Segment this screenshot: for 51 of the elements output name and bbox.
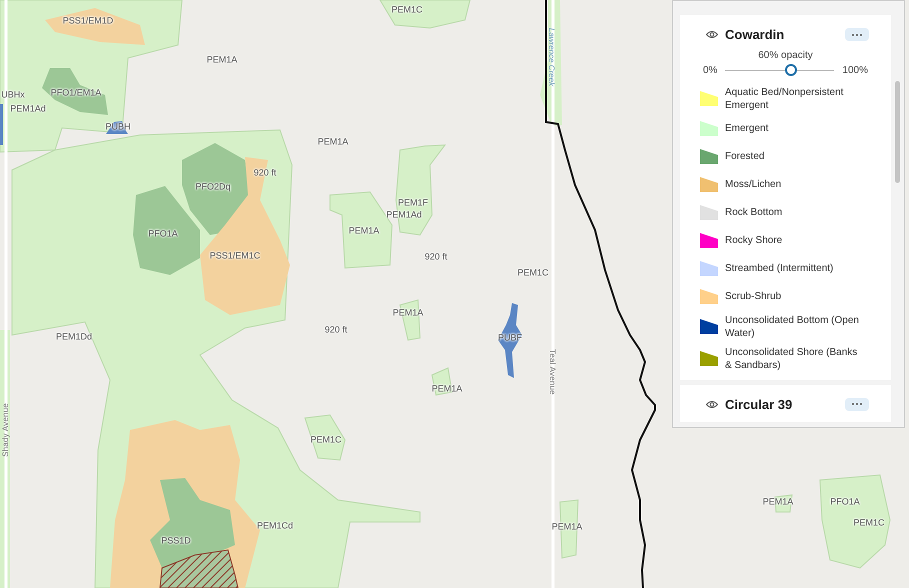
map-label: PEM1A [318, 138, 348, 146]
map-label: UBHx [1, 90, 25, 100]
map-label: PEM1Dd [56, 332, 92, 342]
road-label: Shady Avenue [2, 403, 10, 457]
map-label: PEM1A [206, 56, 238, 64]
map-label: 920 ft [424, 252, 448, 262]
map-label: 920 ft [324, 326, 348, 334]
more-options-button[interactable] [845, 398, 869, 411]
legend-item-label: Moss/Lichen [725, 178, 782, 191]
slider-min-label: 0% [703, 64, 718, 78]
legend-item-label: Unconsolidated Shore (Banks & Sandbars) [725, 346, 858, 372]
eye-icon[interactable] [706, 400, 718, 409]
legend-item-label: Rock Bottom [725, 206, 782, 219]
legend-item-label: Emergent [725, 122, 768, 135]
map-label: PEM1A [762, 498, 794, 506]
map-label: PFO2Dq [196, 182, 230, 192]
slider-thumb[interactable] [784, 64, 797, 76]
eye-icon[interactable] [706, 30, 718, 40]
map-label: PEM1Cd [257, 522, 293, 530]
legend-item-label: Scrub-Shrub [725, 290, 782, 303]
slider-max-label: 100% [842, 64, 868, 78]
map-label: PEM1A [432, 384, 462, 394]
map-label: PFO1/EM1A [50, 88, 102, 98]
layer-title: Circular 39 [725, 396, 792, 414]
map-label: PEM1C [310, 436, 342, 444]
map-label: PFO1A [148, 230, 178, 238]
legend-item-label: Forested [725, 150, 764, 163]
map-label: 920 ft [254, 168, 276, 178]
legend-item-label: Streambed (Intermittent) [725, 262, 834, 275]
map-label: PFO1A [830, 498, 860, 506]
map-label: PEM1C [518, 268, 548, 278]
map-label: PEM1A [392, 308, 424, 318]
map-label: PSS1/EM1C [210, 252, 260, 260]
map-label: PEM1F [398, 198, 428, 208]
legend-item-label: Aquatic Bed/Nonpersistent Emergent [725, 86, 844, 112]
legend-item-label: Unconsolidated Bottom (Open Water) [725, 314, 860, 340]
map-label: PEM1A [348, 226, 380, 236]
road-label: Teal Avenue [548, 349, 556, 395]
map-label: PSS1D [161, 536, 191, 546]
map-label: PEM1A [552, 522, 582, 532]
map-label: PEM1Ad [10, 104, 46, 114]
opacity-label: 60% opacity [758, 48, 813, 62]
opacity-slider[interactable] [725, 64, 834, 76]
map-label: PSS1/EM1D [62, 16, 114, 26]
map-label: PEM1C [854, 518, 884, 528]
creek-label: Lawrence Creek [547, 28, 555, 86]
map-label: PEM1Ad [386, 210, 422, 220]
more-options-button[interactable] [845, 28, 869, 42]
map-label: PEM1C [392, 6, 422, 14]
legend-item-label: Rocky Shore [725, 234, 782, 247]
layer-title: Cowardin [725, 26, 784, 44]
